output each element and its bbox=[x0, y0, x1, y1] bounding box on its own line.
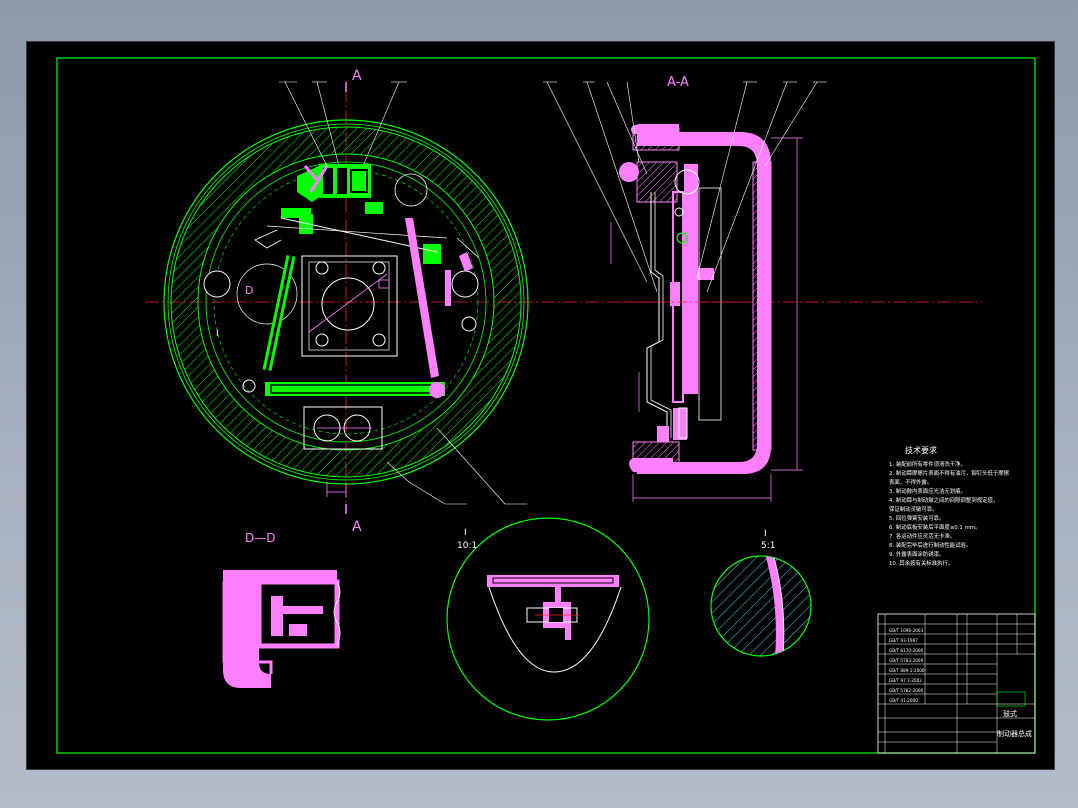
note-line: 5. 回位弹簧安装可靠。 bbox=[889, 514, 944, 522]
parts-list-row: GB/T 97.1-2002 bbox=[889, 678, 922, 683]
parts-list-row: GB/T 93-1987 bbox=[889, 638, 918, 643]
technical-notes: 技术要求 1. 装配前所有零件须清洗干净。 2. 制动蹄摩擦片表面不得有油污，铆… bbox=[889, 445, 1010, 567]
detail-i-title: I bbox=[464, 528, 467, 538]
detail-i-scale: 10:1 bbox=[457, 541, 477, 551]
section-mark-a-bottom: A bbox=[352, 519, 362, 535]
parts-list-row: GB/T 5782-2000 bbox=[889, 688, 924, 693]
notes-title: 技术要求 bbox=[905, 445, 937, 455]
note-line: 3. 制动鼓内表面应光洁无划痕。 bbox=[889, 487, 966, 495]
cad-drawing: A A D I A-A D—D I 10:1 I 5:1 技术要求 1. 装配前… bbox=[56, 57, 1036, 754]
detail-dd bbox=[222, 570, 341, 688]
note-line: 1. 装配前所有零件须清洗干净。 bbox=[889, 460, 966, 468]
drawing-sheet: A A D I A-A D—D I 10:1 I 5:1 技术要求 1. 装配前… bbox=[26, 41, 1055, 770]
note-line: 10. 其余按有关标准执行。 bbox=[889, 559, 953, 567]
parts-list-row: GB/T 6170-2000 bbox=[889, 648, 924, 653]
note-line: 9. 外露表面涂防锈漆。 bbox=[889, 550, 944, 558]
parts-list-row: GB/T 889.1-2000 bbox=[889, 668, 925, 673]
note-line: 8. 装配完毕后进行制动性能试验。 bbox=[889, 541, 971, 549]
title-block: GB/T 1096-2003 GB/T 93-1987 GB/T 6170-20… bbox=[877, 613, 1036, 754]
parts-list-row: GB/T 5783-2000 bbox=[889, 658, 924, 663]
note-line: 6. 制动底板安装后平面度≤0.1 mm。 bbox=[889, 523, 980, 531]
note-line: 保证制动灵敏可靠。 bbox=[889, 505, 938, 513]
section-view bbox=[543, 81, 827, 502]
note-line: 表面，不得外露。 bbox=[889, 478, 932, 486]
product-name-line2: 制动器总成 bbox=[997, 729, 1032, 738]
detail-i bbox=[446, 517, 650, 721]
section-mark-a-top: A bbox=[352, 68, 362, 84]
detail-right-title: I bbox=[764, 529, 767, 539]
detail-right bbox=[710, 555, 812, 657]
section-title-aa: A-A bbox=[667, 75, 689, 90]
note-line: 2. 制动蹄摩擦片表面不得有油污，铆钉头低于摩擦 bbox=[889, 469, 1010, 477]
note-line: 7. 各运动件应灵活无卡滞。 bbox=[889, 532, 955, 540]
view-label-d: D bbox=[245, 284, 253, 297]
parts-list-row: GB/T 1096-2003 bbox=[889, 628, 924, 633]
parts-list-row: GB/T 41-2000 bbox=[889, 698, 918, 703]
product-name-line1: 鼓式 bbox=[1003, 709, 1017, 718]
detail-right-scale: 5:1 bbox=[761, 541, 775, 551]
detail-dd-title: D—D bbox=[245, 531, 275, 545]
front-view bbox=[145, 81, 982, 514]
note-line: 4. 制动蹄与制动鼓之间的间隙调整到规定值， bbox=[889, 496, 998, 504]
view-label-i: I bbox=[216, 329, 219, 339]
